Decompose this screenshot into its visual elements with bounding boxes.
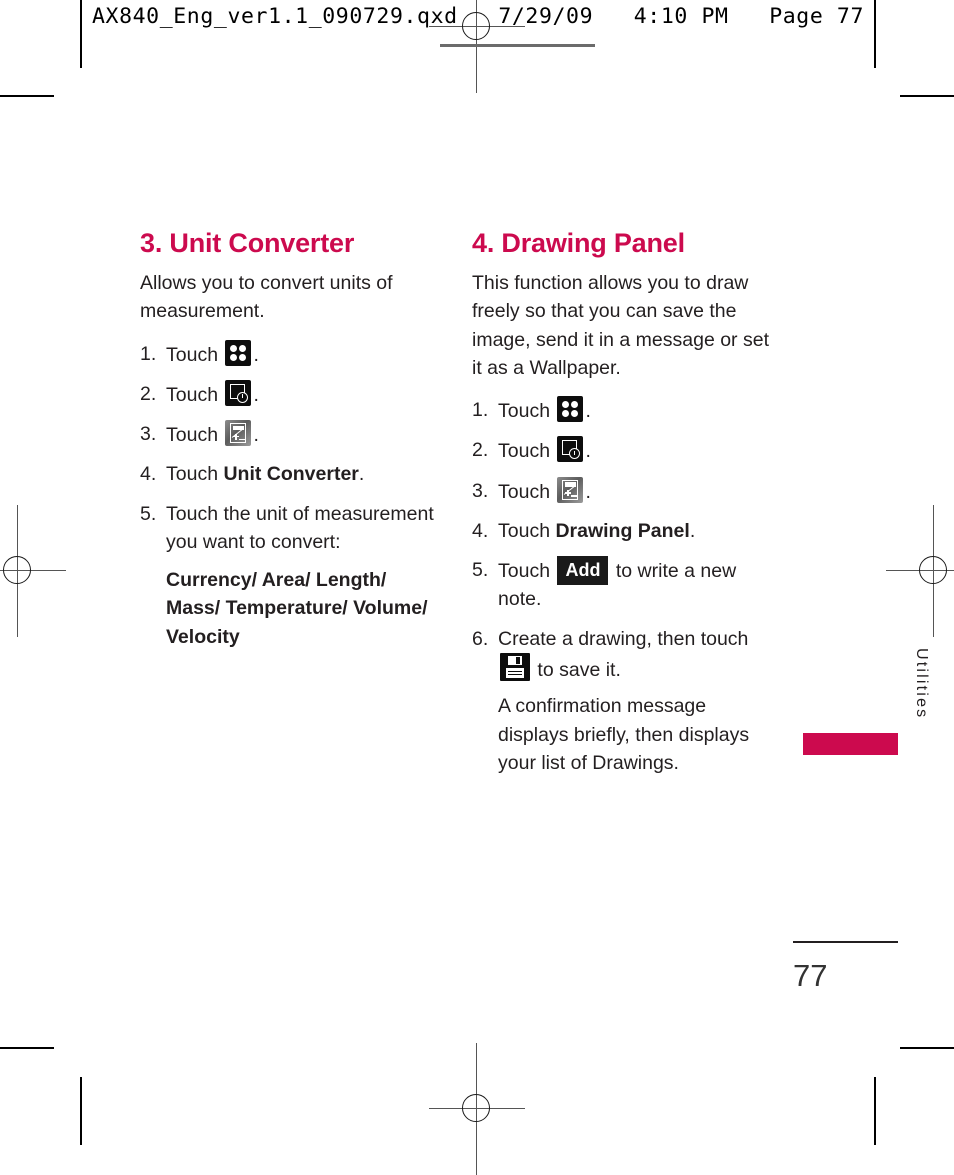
step-text: Touch xyxy=(498,519,556,542)
add-button[interactable]: Add xyxy=(557,556,609,586)
section-unit-converter: 3. Unit Converter Allows you to convert … xyxy=(140,228,445,662)
step-number: 3. xyxy=(472,479,489,502)
confirmation-note: A confirmation message displays briefly,… xyxy=(498,695,750,774)
step-text-tail: to save it. xyxy=(532,658,621,681)
step-text: Touch xyxy=(166,383,224,406)
step-number: 1. xyxy=(140,342,157,365)
menu-icon[interactable] xyxy=(557,396,584,423)
step-text: Touch the unit of measurement you want t… xyxy=(166,502,434,553)
drawing-panel-steps: 1. Touch . 2. Touch . 3. Touch . 4. Touc… xyxy=(472,396,777,777)
unit-converter-title: 3. Unit Converter xyxy=(140,228,355,258)
step-text-tail: . xyxy=(585,440,591,463)
step-item: 2. Touch . xyxy=(140,379,445,409)
step-text: Touch xyxy=(498,440,556,463)
menu-entry-unit-converter[interactable]: Unit Converter xyxy=(223,463,358,485)
step-text: Touch xyxy=(498,400,556,423)
side-tab-label: Utilities xyxy=(913,648,930,720)
step-text-tail: . xyxy=(358,463,365,486)
step-text-tail: . xyxy=(253,343,259,366)
section-drawing-panel: 4. Drawing Panel This function allows yo… xyxy=(472,228,777,788)
step-item: 4. Touch Unit Converter. xyxy=(140,460,445,488)
step-number: 1. xyxy=(472,399,489,422)
step-number: 5. xyxy=(472,559,489,582)
step-item: 4. Touch Drawing Panel. xyxy=(472,517,777,545)
calculator-icon[interactable] xyxy=(557,476,584,503)
step-text-tail: . xyxy=(585,400,591,423)
step-number: 2. xyxy=(140,382,157,405)
step-text: Touch xyxy=(498,560,556,583)
step-number: 4. xyxy=(140,463,157,486)
tools-icon[interactable] xyxy=(225,379,252,406)
step-number: 5. xyxy=(140,502,157,525)
step-number: 3. xyxy=(140,423,157,446)
step-text-tail: . xyxy=(689,519,696,542)
step-text-tail: . xyxy=(253,383,259,406)
step-item: 1. Touch . xyxy=(472,396,777,425)
tools-icon[interactable] xyxy=(557,436,584,463)
save-icon[interactable] xyxy=(500,652,530,681)
step-number: 2. xyxy=(472,439,489,462)
menu-entry-drawing-panel[interactable]: Drawing Panel xyxy=(555,520,689,542)
step-number: 4. xyxy=(472,519,489,542)
drawing-panel-title: 4. Drawing Panel xyxy=(472,228,685,258)
step-text: Touch xyxy=(166,463,224,486)
drawing-panel-intro: This function allows you to draw freely … xyxy=(472,272,769,379)
unit-converter-intro: Allows you to convert units of measureme… xyxy=(140,272,393,323)
step-text: Create a drawing, then touch xyxy=(498,627,749,650)
side-tab-block xyxy=(803,733,898,755)
step-item: 2. Touch . xyxy=(472,436,777,465)
unit-list: Currency/ Area/ Length/ Mass/ Temperatur… xyxy=(166,569,428,648)
step-item: 5. Touch the unit of measurement you wan… xyxy=(140,500,445,651)
step-item: 5. Touch Add to write a new note. xyxy=(472,556,777,614)
step-text: Touch xyxy=(166,424,224,447)
step-text-tail: . xyxy=(253,424,259,447)
step-number: 6. xyxy=(472,627,489,650)
menu-icon[interactable] xyxy=(225,339,252,366)
manual-page: 3. Unit Converter Allows you to convert … xyxy=(0,0,954,1145)
step-text: Touch xyxy=(166,343,224,366)
step-item: 6. Create a drawing, then touch to save … xyxy=(472,625,777,777)
page-number: 77 xyxy=(793,958,828,993)
step-item: 3. Touch . xyxy=(140,420,445,449)
step-item: 3. Touch . xyxy=(472,476,777,506)
step-text: Touch xyxy=(498,480,556,503)
footer-divider xyxy=(793,941,898,943)
unit-converter-steps: 1. Touch . 2. Touch . 3. Touch . 4. Touc… xyxy=(140,339,445,651)
calculator-icon[interactable] xyxy=(225,420,252,447)
step-text-tail: . xyxy=(585,480,591,503)
step-item: 1. Touch . xyxy=(140,339,445,369)
